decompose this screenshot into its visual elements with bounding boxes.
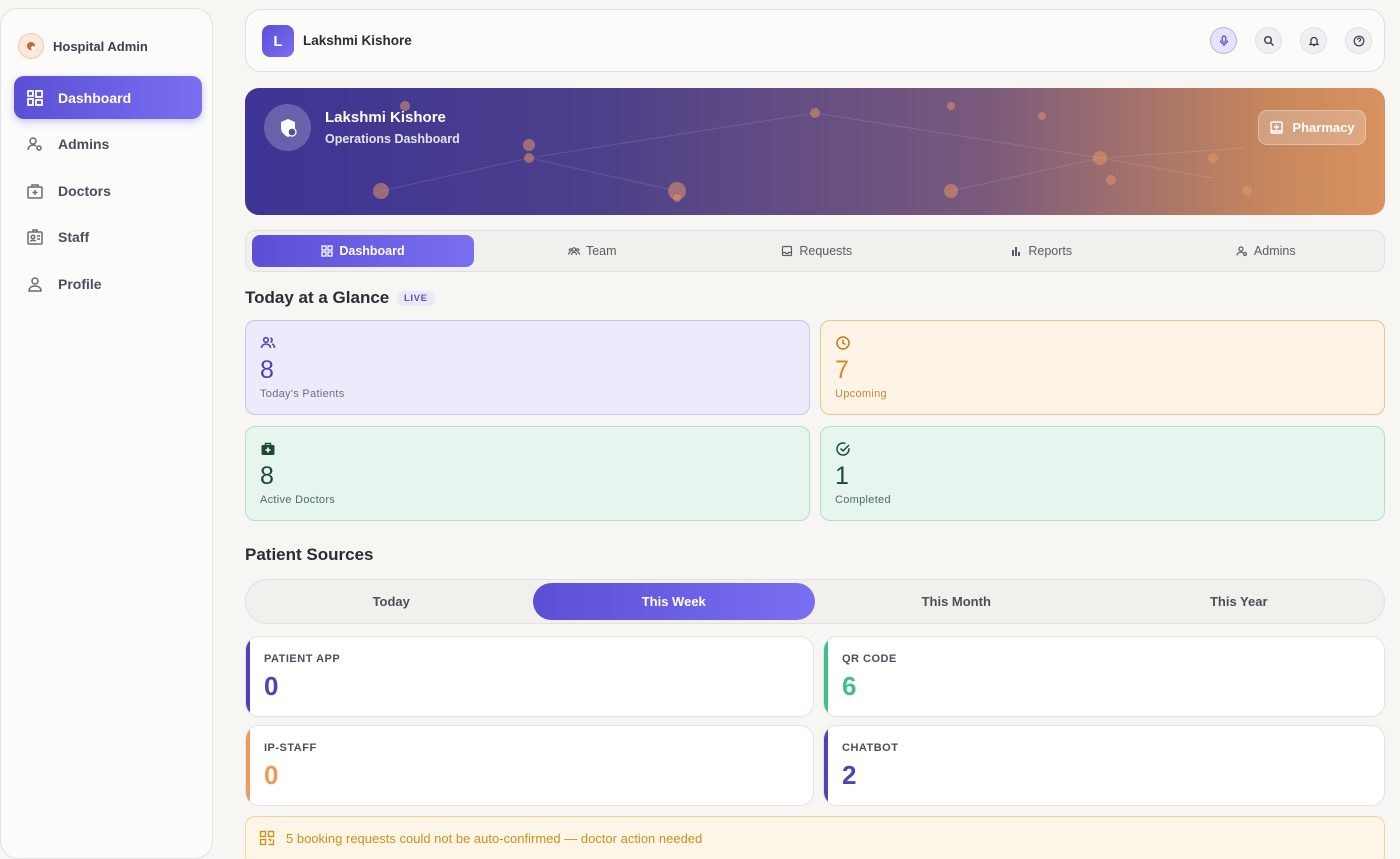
sidebar-item-label: Profile <box>58 275 102 292</box>
source-card-ip-staff[interactable]: IP-STAFF 0 <box>245 725 814 806</box>
stat-label: Today's Patients <box>260 388 345 400</box>
stat-card-doctors[interactable]: 8 Active Doctors <box>245 426 810 521</box>
bell-icon <box>1307 36 1320 46</box>
sidebar-item-label: Doctors <box>58 182 111 199</box>
sidebar-item-staff[interactable]: Staff <box>14 216 202 259</box>
stat-card-patients[interactable]: 8 Today's Patients <box>245 320 810 415</box>
sidebar-nav: Dashboard Admins Doctors Staff Profile <box>14 76 202 309</box>
patients-icon <box>260 336 276 349</box>
team-icon <box>567 247 580 256</box>
stat-value: 8 <box>260 462 274 490</box>
check-circle-icon <box>836 442 850 456</box>
admin-user-icon <box>1236 246 1248 257</box>
source-label: CHATBOT <box>842 742 899 754</box>
medical-kit-icon <box>261 442 275 455</box>
sidebar-item-label: Dashboard <box>58 89 132 106</box>
tab-label: Team <box>585 244 617 258</box>
sidebar-item-doctors[interactable]: Doctors <box>14 169 202 212</box>
notifications-button[interactable] <box>1300 27 1327 54</box>
help-button[interactable] <box>1345 27 1372 54</box>
alert-text: 5 booking requests could not be auto-con… <box>286 831 703 846</box>
qr-code-icon <box>259 830 275 846</box>
stat-label: Upcoming <box>835 388 887 400</box>
stat-value: 1 <box>835 462 849 490</box>
stat-card-upcoming[interactable]: 7 Upcoming <box>820 320 1385 415</box>
accent-bar <box>824 637 828 716</box>
source-label: IP-STAFF <box>264 742 317 754</box>
source-label: QR CODE <box>842 653 897 665</box>
main-tabs: Dashboard Team Requests Reports Admins <box>245 230 1385 272</box>
hero-user-name: Lakshmi Kishore <box>325 109 446 126</box>
hero-banner: Lakshmi Kishore Operations Dashboard Pha… <box>245 88 1385 215</box>
sidebar-item-label: Admins <box>58 136 110 153</box>
avatar[interactable]: L <box>262 25 294 57</box>
stat-card-completed[interactable]: 1 Completed <box>820 426 1385 521</box>
tab-team[interactable]: Team <box>480 235 705 267</box>
source-value: 6 <box>842 671 857 701</box>
period-selector: Today This Week This Month This Year <box>245 579 1385 624</box>
microphone-icon <box>1219 34 1228 46</box>
medical-bag-icon <box>27 183 43 199</box>
topbar-actions <box>1210 27 1372 54</box>
source-card-qr-code[interactable]: QR CODE 6 <box>823 636 1385 717</box>
search-icon <box>1263 35 1274 46</box>
source-value: 0 <box>264 760 279 790</box>
user-name: Lakshmi Kishore <box>303 33 412 48</box>
period-tab-this-year[interactable]: This Year <box>1098 583 1381 620</box>
microphone-button[interactable] <box>1210 27 1237 54</box>
dashboard-icon <box>27 89 43 106</box>
pharmacy-button[interactable]: Pharmacy <box>1258 110 1366 145</box>
source-value: 0 <box>264 671 279 701</box>
network-pattern-decoration <box>373 101 1252 202</box>
source-value: 2 <box>842 760 857 790</box>
pharmacy-building-icon <box>1270 121 1284 134</box>
period-tab-this-month[interactable]: This Month <box>815 583 1098 620</box>
dashboard-icon <box>321 245 333 257</box>
stat-value: 7 <box>835 356 849 384</box>
clock-icon <box>836 336 850 350</box>
period-tab-today[interactable]: Today <box>250 583 533 620</box>
sources-title: Patient Sources <box>245 545 374 564</box>
stat-label: Completed <box>835 494 891 506</box>
pharmacy-button-label: Pharmacy <box>1292 120 1355 135</box>
stat-label: Active Doctors <box>260 494 336 506</box>
tab-label: Reports <box>1028 244 1073 258</box>
tab-label: Admins <box>1253 244 1296 258</box>
admin-user-icon <box>27 137 42 151</box>
accent-bar <box>824 726 828 805</box>
booking-alert[interactable]: 5 booking requests could not be auto-con… <box>245 816 1385 859</box>
source-card-patient-app[interactable]: PATIENT APP 0 <box>245 636 814 717</box>
hospital-shield-icon <box>264 104 311 151</box>
tab-reports[interactable]: Reports <box>929 235 1154 267</box>
sidebar-item-dashboard[interactable]: Dashboard <box>14 76 202 119</box>
sidebar: Hospital Admin Dashboard Admins Doctors … <box>0 8 213 859</box>
search-button[interactable] <box>1255 27 1282 54</box>
sidebar-item-admins[interactable]: Admins <box>14 123 202 166</box>
hospital-logo-icon <box>18 33 44 59</box>
sidebar-item-profile[interactable]: Profile <box>14 262 202 305</box>
sidebar-item-label: Staff <box>58 229 90 246</box>
source-card-chatbot[interactable]: CHATBOT 2 <box>823 725 1385 806</box>
accent-bar <box>246 637 250 716</box>
tab-label: Dashboard <box>339 244 405 258</box>
source-label: PATIENT APP <box>264 653 341 665</box>
tab-admins[interactable]: Admins <box>1154 235 1379 267</box>
tab-dashboard[interactable]: Dashboard <box>252 235 474 267</box>
brand-name: Hospital Admin <box>53 38 148 54</box>
period-tab-this-week[interactable]: This Week <box>532 583 815 620</box>
user-icon <box>28 277 42 292</box>
brand[interactable]: Hospital Admin <box>18 33 148 59</box>
accent-bar <box>246 726 250 805</box>
stat-value: 8 <box>260 356 274 384</box>
topbar: L Lakshmi Kishore <box>245 9 1385 72</box>
help-icon <box>1353 35 1364 46</box>
bar-chart-icon <box>1012 247 1021 256</box>
glance-title: Today at a Glance <box>245 288 390 307</box>
inbox-icon <box>782 245 793 257</box>
tab-label: Requests <box>799 244 853 258</box>
badge-icon <box>27 229 43 246</box>
hero-subtitle: Operations Dashboard <box>325 132 460 146</box>
live-badge: LIVE <box>397 291 435 306</box>
tab-requests[interactable]: Requests <box>705 235 930 267</box>
